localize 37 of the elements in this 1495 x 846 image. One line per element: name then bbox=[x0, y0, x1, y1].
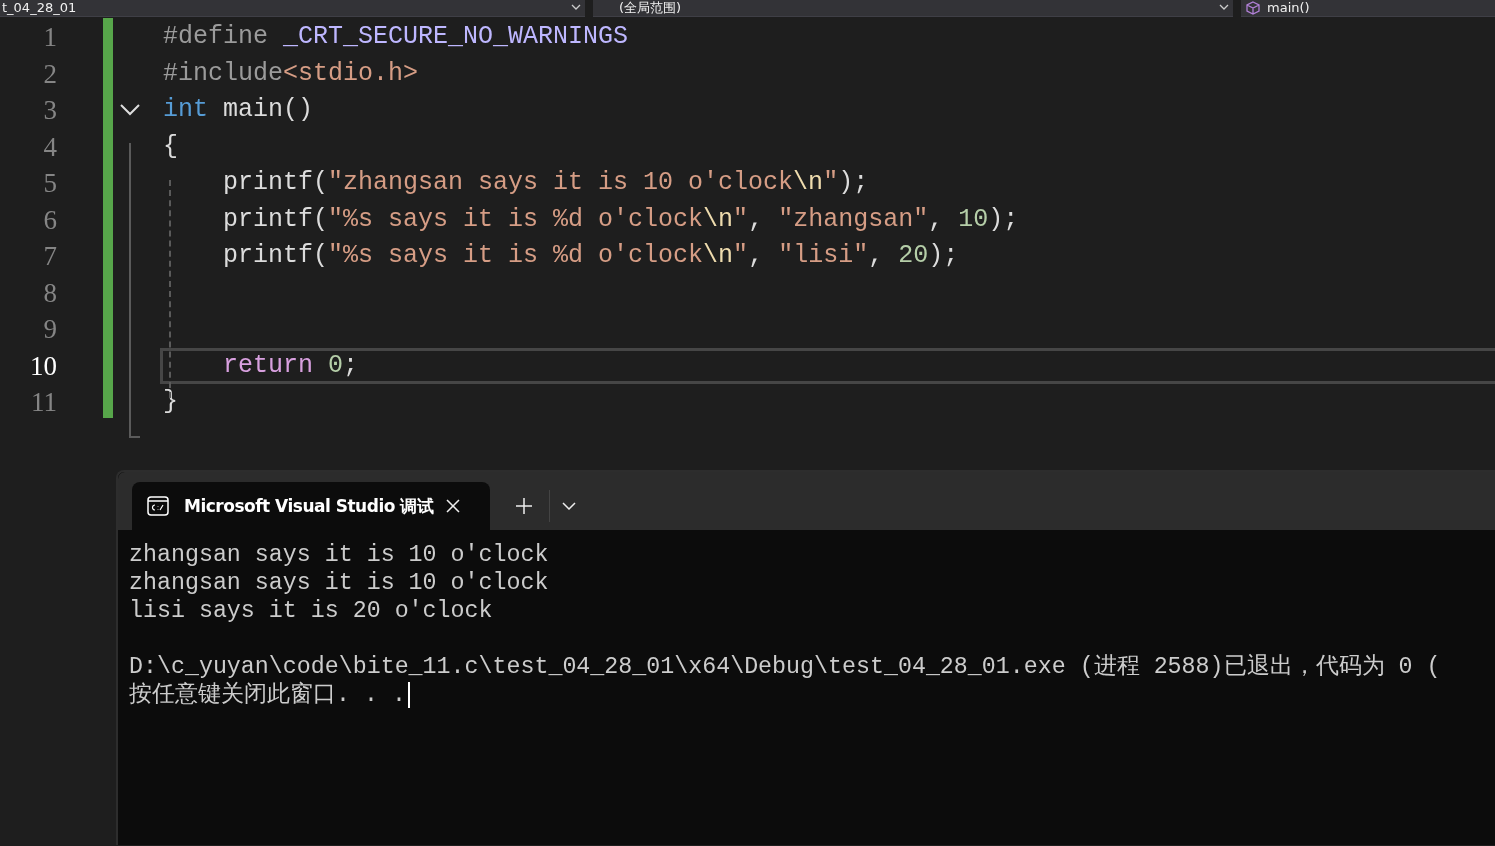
caret-icon bbox=[1219, 4, 1229, 10]
text-cursor bbox=[407, 682, 410, 708]
code-line: return 0; bbox=[222, 350, 359, 380]
line-number: 6 bbox=[42, 203, 57, 237]
console-line: lisi says it is 20 o'clock bbox=[129, 597, 493, 625]
close-icon[interactable] bbox=[446, 499, 460, 513]
line-number: 1 bbox=[42, 21, 57, 54]
code-line: #define _CRT_SECURE_NO_WARNINGS bbox=[163, 22, 629, 51]
console-line: zhangsan says it is 10 o'clock bbox=[129, 541, 549, 569]
code-line: #include<stdio.h> bbox=[163, 58, 419, 88]
code-line: printf("%s says it is %d o'clock\n", "zhangsan", 10); bbox=[222, 204, 1019, 234]
collapse-icon[interactable] bbox=[120, 104, 140, 117]
console-line: zhangsan says it is 10 o'clock bbox=[129, 569, 549, 597]
code-line: printf("zhangsan says it is 10 o'clock\n"); bbox=[222, 168, 869, 197]
line-number: 11 bbox=[30, 386, 57, 419]
member-dropdown[interactable]: main() bbox=[1241, 0, 1495, 17]
console-line: D:\c_yuyan\code\bite_11.c\test_04_28_01\x64\Debug\test_04_28_01.exe (进程 2588)已退出，代码为 0 ( bbox=[129, 653, 1441, 681]
code-line: { bbox=[163, 131, 178, 161]
code-line: printf("%s says it is %d o'clock\n", "lisi", 20); bbox=[222, 241, 959, 270]
console-line: 按任意键关闭此窗口. . . bbox=[129, 681, 406, 709]
line-number: 9 bbox=[42, 313, 57, 346]
new-tab-icon[interactable] bbox=[515, 497, 533, 515]
caret-icon[interactable] bbox=[562, 502, 576, 510]
line-number: 7 bbox=[42, 240, 57, 273]
cube-icon bbox=[1245, 1, 1261, 15]
terminal-tab[interactable]: Microsoft Visual Studio 调试 bbox=[132, 482, 490, 530]
code-line: int main() bbox=[163, 95, 314, 124]
console-icon bbox=[147, 496, 169, 516]
line-number: 3 bbox=[42, 94, 57, 127]
caret-icon bbox=[571, 4, 581, 10]
line-number: 5 bbox=[42, 167, 57, 200]
line-number: 4 bbox=[42, 130, 57, 164]
line-number: 8 bbox=[42, 276, 57, 310]
line-number: 10 bbox=[29, 349, 57, 383]
line-number: 2 bbox=[42, 57, 57, 91]
scope-dropdown[interactable]: (全局范围) bbox=[593, 0, 1233, 17]
project-dropdown[interactable]: t_04_28_01 bbox=[0, 0, 585, 17]
